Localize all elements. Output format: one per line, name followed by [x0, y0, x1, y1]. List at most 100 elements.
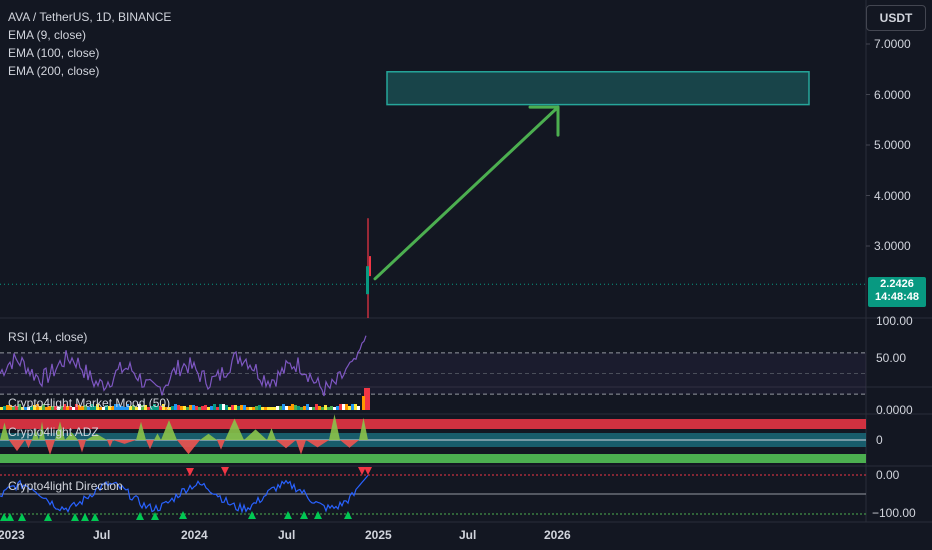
mood-bar	[270, 407, 273, 410]
ema-200-legend[interactable]: EMA (200, close)	[8, 62, 171, 80]
mood-bar	[312, 407, 315, 410]
buy-signal-marker	[179, 511, 187, 519]
mood-bar	[315, 404, 318, 410]
x-axis-label: Jul	[278, 528, 296, 542]
mood-bar	[348, 406, 351, 410]
chart-canvas[interactable]	[0, 0, 932, 550]
x-axis-label: 2024	[181, 528, 208, 542]
mood-bar	[297, 406, 300, 410]
ema-9-legend[interactable]: EMA (9, close)	[8, 26, 171, 44]
x-axis-label: 2025	[365, 528, 392, 542]
buy-signal-marker	[284, 511, 292, 519]
mood-bar	[189, 405, 192, 410]
symbol-title[interactable]: AVA / TetherUS, 1D, BINANCE	[8, 8, 171, 26]
mood-axis-label: 0.0000	[876, 403, 913, 417]
mood-bar	[261, 407, 264, 410]
mood-bar	[198, 407, 201, 410]
buy-signal-marker	[300, 511, 308, 519]
mood-bar	[309, 407, 312, 410]
direction-axis-label: 0.00	[876, 468, 900, 482]
buy-signal-marker	[344, 511, 352, 519]
mood-bar	[249, 407, 252, 410]
mood-bar	[222, 404, 225, 410]
sell-signal-marker	[364, 467, 372, 475]
rsi-label[interactable]: RSI (14, close)	[8, 330, 87, 344]
mood-bar	[252, 407, 255, 410]
buy-signal-marker	[81, 513, 89, 521]
last-price-tag: 2.2426 14:48:48	[868, 277, 926, 307]
mood-bar	[279, 406, 282, 410]
mood-bar	[174, 404, 177, 410]
bar-countdown: 14:48:48	[874, 291, 920, 303]
market-mood-label[interactable]: Crypto4light Market Mood (50)	[8, 396, 170, 410]
mood-bar	[321, 407, 324, 410]
mood-bar	[171, 406, 174, 410]
mood-bar	[318, 406, 321, 410]
mood-bar	[345, 404, 348, 410]
mood-bar	[339, 404, 342, 410]
rsi-axis-label: 50.00	[876, 351, 907, 365]
mood-bar	[336, 406, 339, 410]
mood-bar	[183, 406, 186, 410]
adz-bear-hump	[177, 440, 200, 455]
sell-signal-marker	[221, 467, 229, 475]
adz-top-band	[0, 419, 866, 429]
mood-bar	[0, 407, 3, 410]
mood-bar	[210, 406, 213, 410]
mood-bar	[237, 406, 240, 410]
mood-bar	[327, 407, 330, 410]
target-zone	[386, 71, 810, 106]
x-axis-label: Jul	[93, 528, 111, 542]
rsi-pane	[0, 335, 866, 397]
mood-bar	[333, 407, 336, 410]
mood-bar	[228, 407, 231, 410]
target-arrow	[373, 105, 560, 281]
price-tick-label: 7.0000	[874, 37, 911, 51]
direction-axis-label: −100.00	[872, 506, 916, 520]
x-axis-label: 2026	[544, 528, 571, 542]
mood-bar	[342, 404, 345, 410]
mood-bar	[303, 406, 306, 410]
mood-bar	[273, 407, 276, 410]
adz-bottom-band	[0, 454, 866, 463]
mood-bar	[362, 396, 365, 410]
mood-bar	[225, 405, 228, 410]
mood-bar	[255, 406, 258, 410]
currency-button[interactable]: USDT	[866, 5, 926, 31]
mood-bar	[243, 405, 246, 410]
mood-bar	[219, 404, 222, 410]
x-axis-label: 2023	[0, 528, 25, 542]
mood-bar	[192, 405, 195, 410]
price-tick-label: 3.0000	[874, 239, 911, 253]
mood-bar	[330, 406, 333, 410]
price-tick-label: 6.0000	[874, 88, 911, 102]
mood-bar	[195, 406, 198, 410]
price-tick-label: 4.0000	[874, 189, 911, 203]
last-price-value: 2.2426	[880, 278, 914, 290]
mood-bar	[354, 404, 357, 410]
mood-bar	[231, 405, 234, 410]
adz-axis-label: 0	[876, 433, 883, 447]
mood-bar	[186, 407, 189, 410]
mood-bar	[306, 404, 309, 410]
mood-bar	[180, 406, 183, 410]
buy-signal-marker	[151, 512, 159, 520]
mood-bar	[240, 405, 243, 410]
mood-bar	[357, 406, 360, 410]
spike-candle-body	[366, 266, 369, 295]
buy-signal-marker	[248, 511, 256, 519]
mood-bar	[3, 406, 6, 410]
adz-label[interactable]: Crypto4light ADZ	[8, 425, 99, 439]
mood-bar	[177, 405, 180, 410]
direction-label[interactable]: Crypto4light Direction	[8, 479, 123, 493]
direction-pane	[0, 467, 866, 521]
ema-100-legend[interactable]: EMA (100, close)	[8, 44, 171, 62]
mood-bar	[324, 405, 327, 410]
mood-bar	[264, 407, 267, 410]
price-pane	[0, 71, 866, 318]
adz-pane	[0, 414, 866, 463]
adz-bear-hump	[296, 440, 306, 455]
mood-bar	[258, 405, 261, 410]
mood-bar	[234, 405, 237, 410]
rsi-axis-label: 100.00	[876, 314, 913, 328]
